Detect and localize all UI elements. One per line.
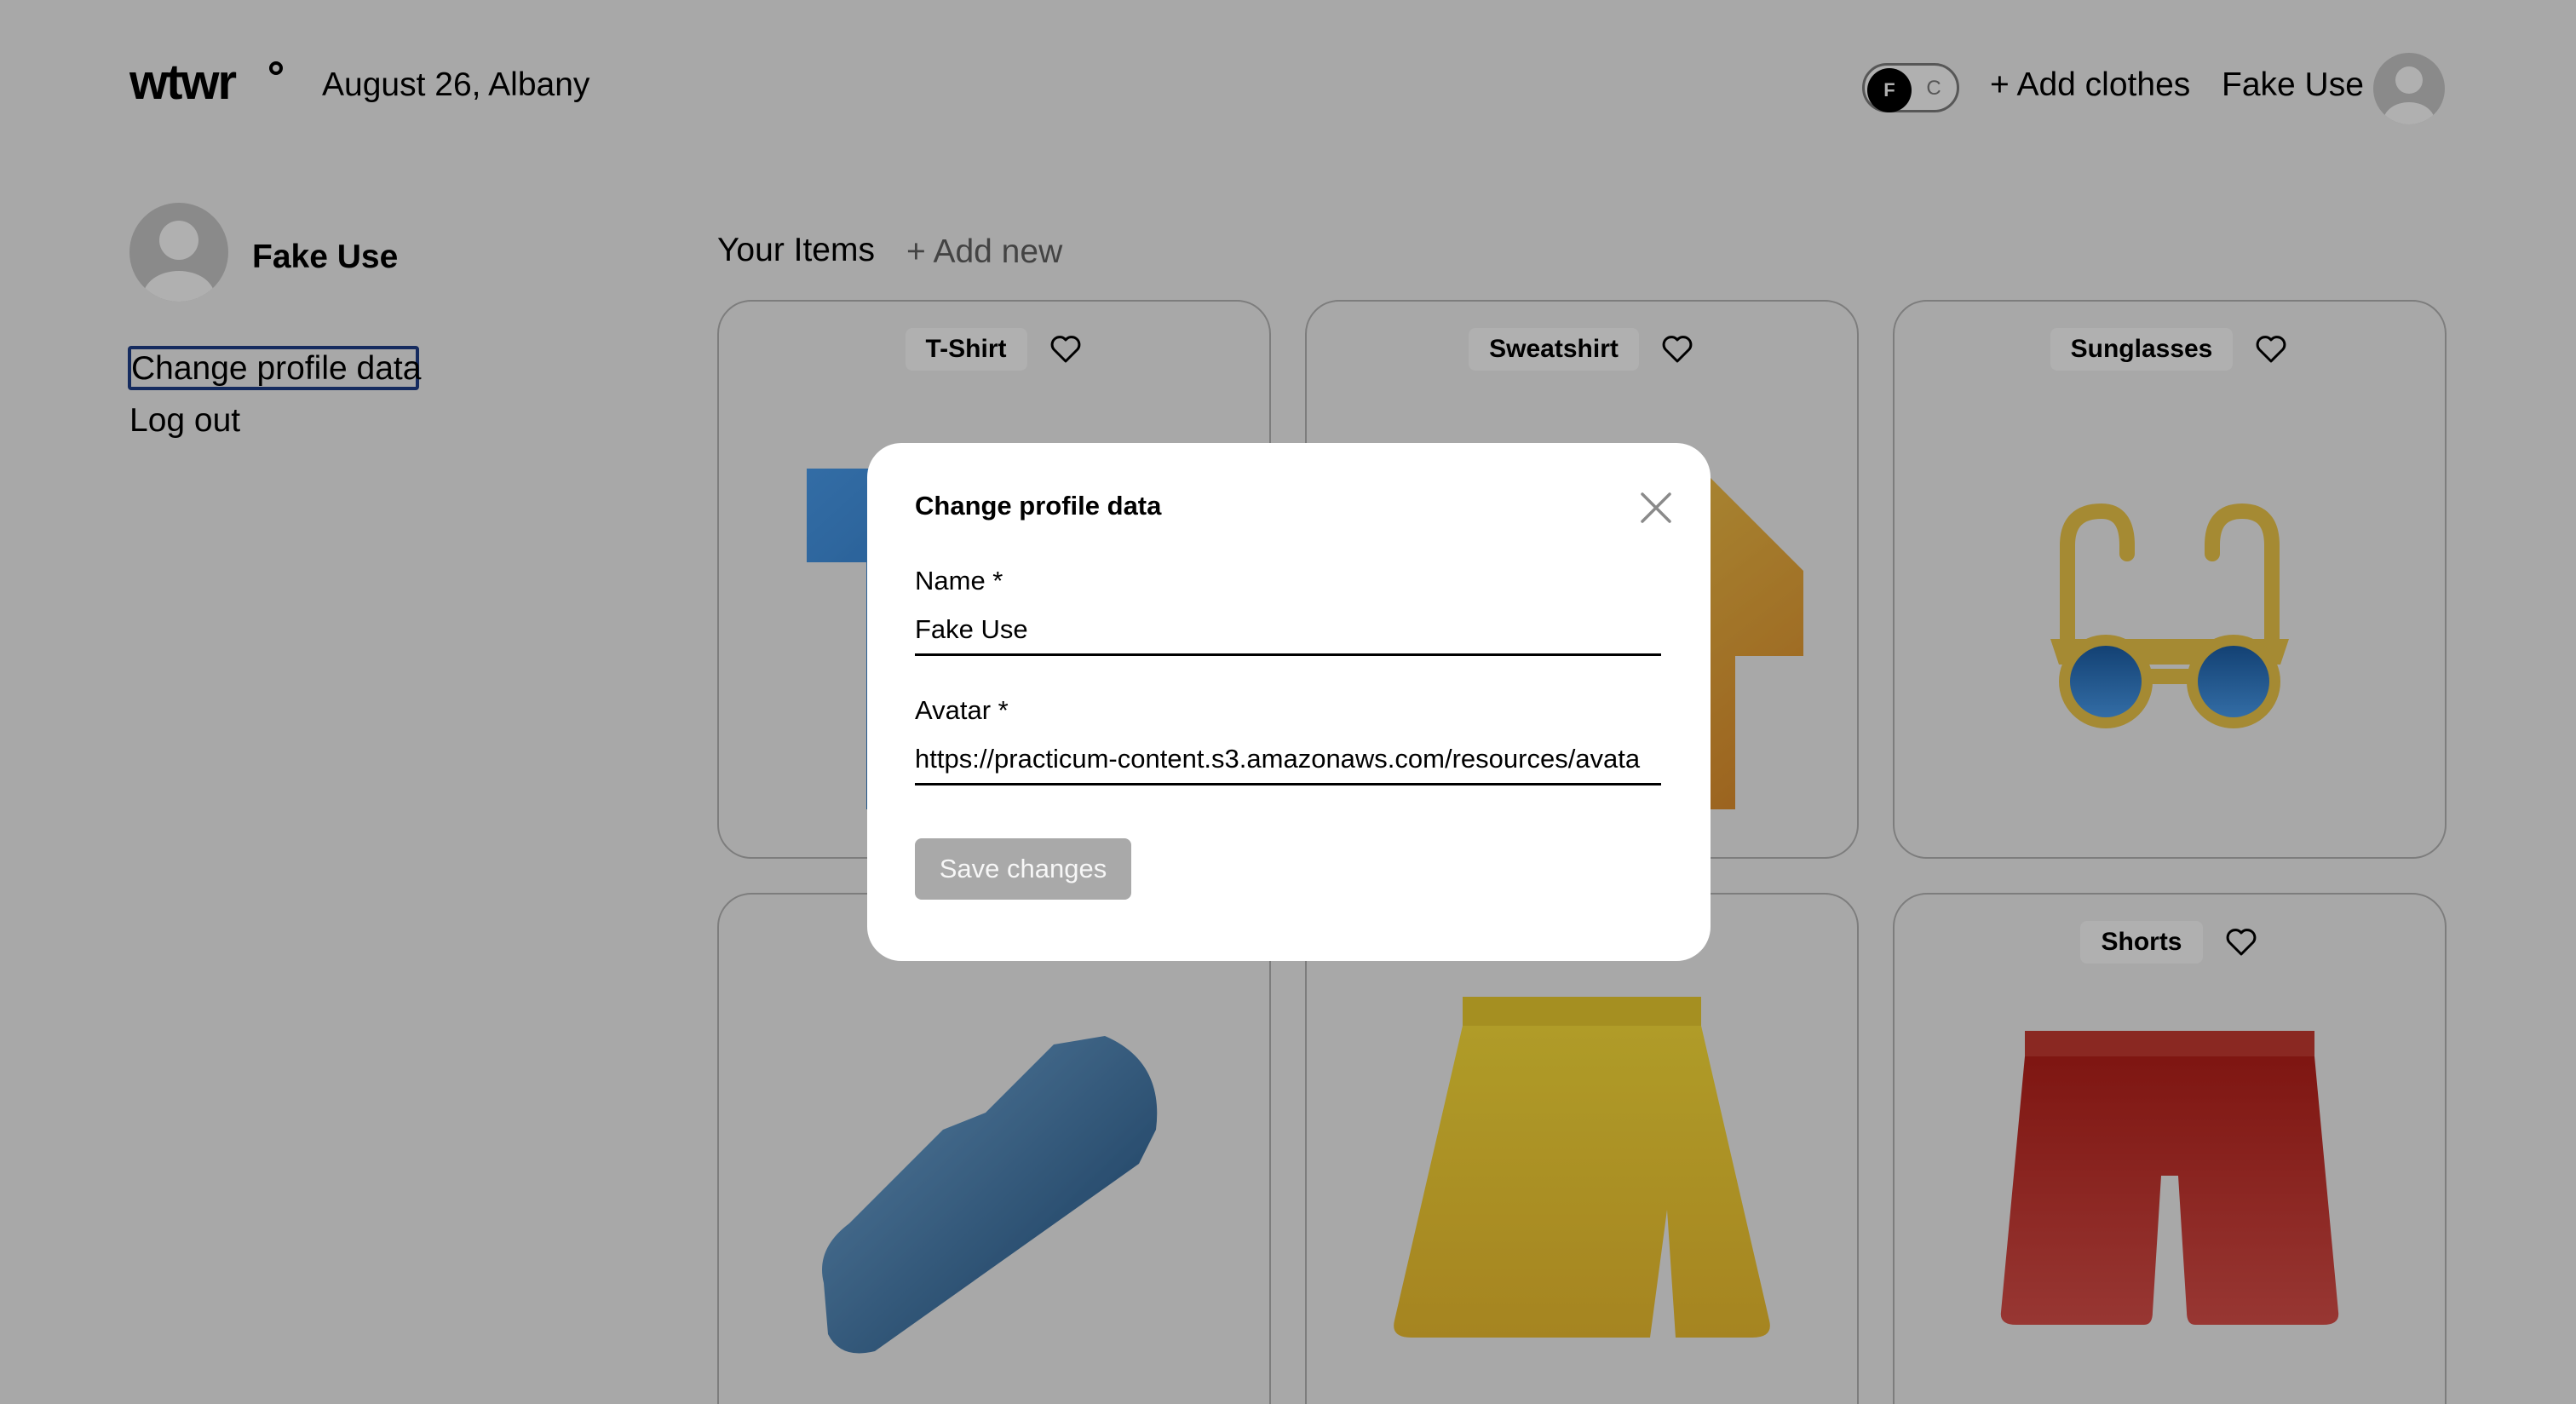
- avatar-field-label: Avatar *: [915, 695, 1009, 725]
- avatar-url-input[interactable]: [915, 734, 1661, 785]
- name-input[interactable]: [915, 605, 1661, 656]
- save-changes-button[interactable]: Save changes: [915, 838, 1131, 900]
- app-root: wtwr August 26, Albany F C + Add clothes…: [0, 0, 2576, 1404]
- change-profile-modal: Change profile data Name * Avatar * Save…: [867, 443, 1711, 961]
- close-button[interactable]: [1625, 477, 1687, 538]
- name-field-label: Name *: [915, 566, 1003, 596]
- modal-title: Change profile data: [915, 491, 1162, 521]
- close-icon: [1641, 492, 1671, 523]
